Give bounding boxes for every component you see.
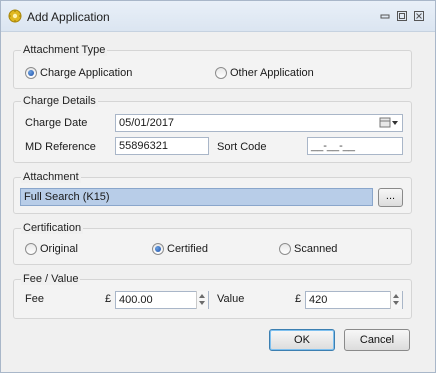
certification-legend: Certification xyxy=(21,222,84,234)
calendar-dropdown-icon[interactable] xyxy=(379,117,399,129)
fee-value-legend: Fee / Value xyxy=(21,273,81,285)
app-icon xyxy=(8,9,22,23)
certified-radio[interactable] xyxy=(152,243,164,255)
ok-button[interactable]: OK xyxy=(269,329,335,351)
fee-input[interactable]: 400.00 xyxy=(115,291,209,309)
attachment-field[interactable]: Full Search (K15) xyxy=(20,188,373,206)
md-reference-field[interactable]: 55896321 xyxy=(115,137,209,155)
fee-currency-label: £ xyxy=(105,293,112,305)
scanned-label[interactable]: Scanned xyxy=(294,243,337,255)
original-radio[interactable] xyxy=(25,243,37,255)
maximize-icon[interactable] xyxy=(396,10,408,22)
certified-label[interactable]: Certified xyxy=(167,243,208,255)
minimize-icon[interactable] xyxy=(379,10,391,22)
other-application-label[interactable]: Other Application xyxy=(230,67,314,79)
title-bar[interactable]: Add Application xyxy=(1,1,435,32)
browse-attachment-button[interactable]: ... xyxy=(378,188,403,207)
md-reference-label: MD Reference xyxy=(25,141,96,153)
original-label[interactable]: Original xyxy=(40,243,78,255)
sort-code-field[interactable]: __-__-__ xyxy=(307,137,403,155)
add-application-dialog: Add Application Attachment Type Charge A… xyxy=(0,0,436,373)
attachment-legend: Attachment xyxy=(21,171,81,183)
value-label: Value xyxy=(217,293,245,305)
value-currency-label: £ xyxy=(295,293,302,305)
charge-details-legend: Charge Details xyxy=(21,95,98,107)
window-title: Add Application xyxy=(27,10,110,24)
charge-application-radio[interactable] xyxy=(25,67,37,79)
close-icon[interactable] xyxy=(413,10,425,22)
attachment-type-legend: Attachment Type xyxy=(21,44,108,56)
value-spinner[interactable] xyxy=(390,291,402,309)
charge-date-label: Charge Date xyxy=(25,117,88,129)
charge-application-label[interactable]: Charge Application xyxy=(40,67,132,79)
fee-label: Fee xyxy=(25,293,44,305)
value-input[interactable]: 420 xyxy=(305,291,403,309)
charge-date-field[interactable]: 05/01/2017 xyxy=(115,114,403,132)
other-application-radio[interactable] xyxy=(215,67,227,79)
fee-spinner[interactable] xyxy=(196,291,208,309)
cancel-button[interactable]: Cancel xyxy=(344,329,410,351)
sort-code-label: Sort Code xyxy=(217,141,267,153)
scanned-radio[interactable] xyxy=(279,243,291,255)
